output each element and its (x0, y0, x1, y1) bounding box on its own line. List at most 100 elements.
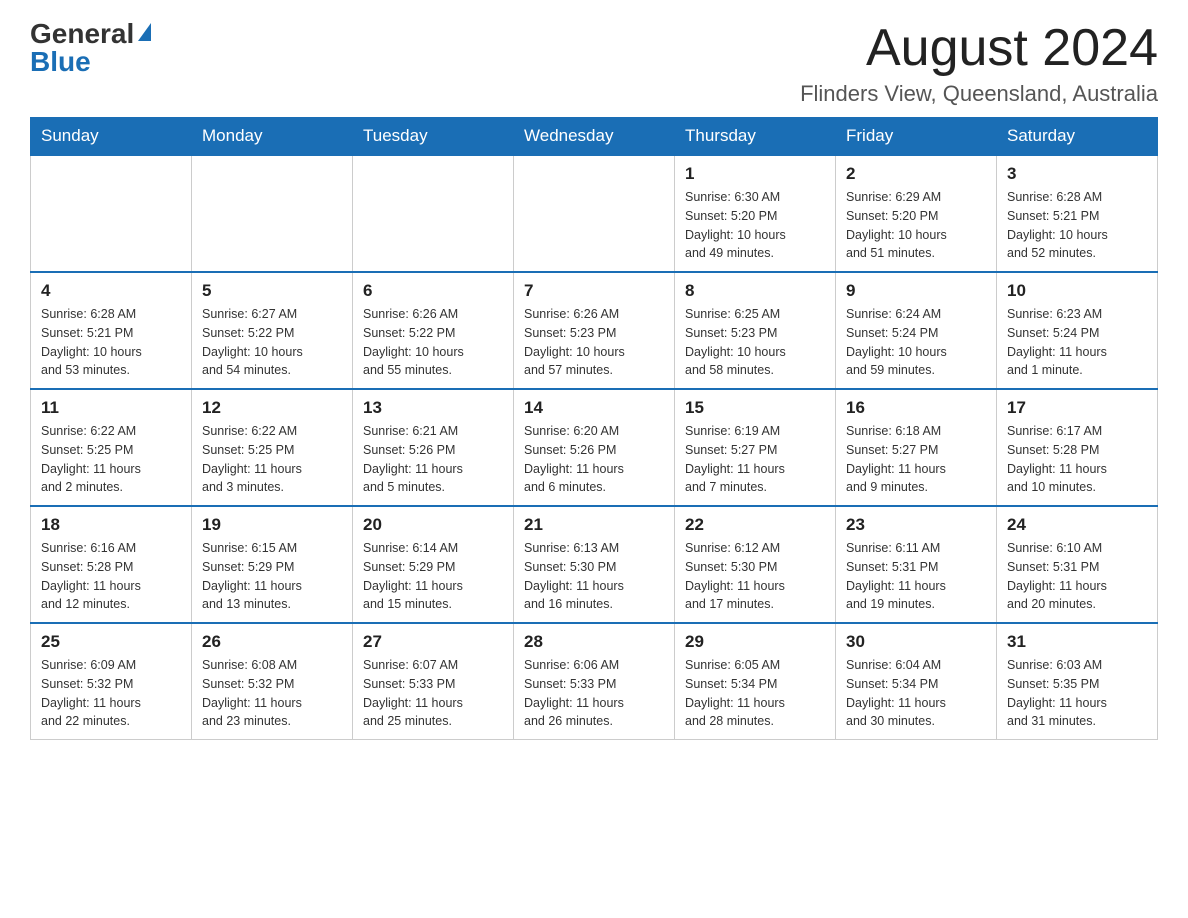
day-number: 1 (685, 164, 825, 184)
calendar-cell: 21 Sunrise: 6:13 AM Sunset: 5:30 PM Dayli… (514, 506, 675, 623)
calendar-cell: 14Sunrise: 6:20 AM Sunset: 5:26 PM Dayli… (514, 389, 675, 506)
calendar-cell: 24 Sunrise: 6:10 AM Sunset: 5:31 PM Dayli… (997, 506, 1158, 623)
calendar-cell: 7 Sunrise: 6:26 AM Sunset: 5:23 PM Daylig… (514, 272, 675, 389)
day-number: 31 (1007, 632, 1147, 652)
day-info: Sunrise: 6:04 AM Sunset: 5:34 PM Dayligh… (846, 656, 986, 731)
calendar-cell: 11Sunrise: 6:22 AM Sunset: 5:25 PM Dayli… (31, 389, 192, 506)
calendar-week-row: 4Sunrise: 6:28 AM Sunset: 5:21 PM Daylig… (31, 272, 1158, 389)
calendar-header-row: SundayMondayTuesdayWednesdayThursdayFrid… (31, 118, 1158, 156)
day-info: Sunrise: 6:09 AM Sunset: 5:32 PM Dayligh… (41, 656, 181, 731)
calendar-cell: 9 Sunrise: 6:24 AM Sunset: 5:24 PM Daylig… (836, 272, 997, 389)
day-number: 18 (41, 515, 181, 535)
month-title: August 2024 (800, 20, 1158, 77)
day-number: 16 (846, 398, 986, 418)
day-number: 19 (202, 515, 342, 535)
day-info: Sunrise: 6:07 AM Sunset: 5:33 PM Dayligh… (363, 656, 503, 731)
day-number: 6 (363, 281, 503, 301)
day-number: 23 (846, 515, 986, 535)
day-info: Sunrise: 6:16 AM Sunset: 5:28 PM Dayligh… (41, 539, 181, 614)
calendar-cell (31, 155, 192, 272)
calendar-cell: 10 Sunrise: 6:23 AM Sunset: 5:24 PM Dayli… (997, 272, 1158, 389)
day-number: 12 (202, 398, 342, 418)
day-info: Sunrise: 6:11 AM Sunset: 5:31 PM Dayligh… (846, 539, 986, 614)
day-info: Sunrise: 6:26 AM Sunset: 5:23 PM Dayligh… (524, 305, 664, 380)
day-number: 30 (846, 632, 986, 652)
day-info: Sunrise: 6:06 AM Sunset: 5:33 PM Dayligh… (524, 656, 664, 731)
calendar-week-row: 1 Sunrise: 6:30 AM Sunset: 5:20 PM Daylig… (31, 155, 1158, 272)
calendar-cell: 17 Sunrise: 6:17 AM Sunset: 5:28 PM Dayli… (997, 389, 1158, 506)
day-number: 10 (1007, 281, 1147, 301)
day-info: Sunrise: 6:17 AM Sunset: 5:28 PM Dayligh… (1007, 422, 1147, 497)
day-info: Sunrise: 6:26 AM Sunset: 5:22 PM Dayligh… (363, 305, 503, 380)
logo: General Blue (30, 20, 151, 76)
day-number: 21 (524, 515, 664, 535)
calendar-cell: 26 Sunrise: 6:08 AM Sunset: 5:32 PM Dayli… (192, 623, 353, 740)
day-info: Sunrise: 6:21 AM Sunset: 5:26 PM Dayligh… (363, 422, 503, 497)
calendar-cell: 8Sunrise: 6:25 AM Sunset: 5:23 PM Daylig… (675, 272, 836, 389)
calendar-cell: 16 Sunrise: 6:18 AM Sunset: 5:27 PM Dayli… (836, 389, 997, 506)
calendar-cell: 5Sunrise: 6:27 AM Sunset: 5:22 PM Daylig… (192, 272, 353, 389)
calendar-week-row: 11Sunrise: 6:22 AM Sunset: 5:25 PM Dayli… (31, 389, 1158, 506)
page-header: General Blue August 2024 Flinders View, … (30, 20, 1158, 107)
day-info: Sunrise: 6:05 AM Sunset: 5:34 PM Dayligh… (685, 656, 825, 731)
calendar-header-friday: Friday (836, 118, 997, 156)
day-info: Sunrise: 6:15 AM Sunset: 5:29 PM Dayligh… (202, 539, 342, 614)
day-info: Sunrise: 6:22 AM Sunset: 5:25 PM Dayligh… (202, 422, 342, 497)
day-info: Sunrise: 6:14 AM Sunset: 5:29 PM Dayligh… (363, 539, 503, 614)
day-info: Sunrise: 6:03 AM Sunset: 5:35 PM Dayligh… (1007, 656, 1147, 731)
calendar-cell: 23 Sunrise: 6:11 AM Sunset: 5:31 PM Dayli… (836, 506, 997, 623)
calendar-cell: 6 Sunrise: 6:26 AM Sunset: 5:22 PM Daylig… (353, 272, 514, 389)
day-info: Sunrise: 6:18 AM Sunset: 5:27 PM Dayligh… (846, 422, 986, 497)
calendar-header-tuesday: Tuesday (353, 118, 514, 156)
day-number: 5 (202, 281, 342, 301)
day-number: 9 (846, 281, 986, 301)
day-number: 27 (363, 632, 503, 652)
day-info: Sunrise: 6:20 AM Sunset: 5:26 PM Dayligh… (524, 422, 664, 497)
calendar-cell: 25 Sunrise: 6:09 AM Sunset: 5:32 PM Dayli… (31, 623, 192, 740)
calendar-cell: 22 Sunrise: 6:12 AM Sunset: 5:30 PM Dayli… (675, 506, 836, 623)
calendar-header-saturday: Saturday (997, 118, 1158, 156)
day-info: Sunrise: 6:13 AM Sunset: 5:30 PM Dayligh… (524, 539, 664, 614)
calendar-cell: 29 Sunrise: 6:05 AM Sunset: 5:34 PM Dayli… (675, 623, 836, 740)
calendar-cell: 1 Sunrise: 6:30 AM Sunset: 5:20 PM Daylig… (675, 155, 836, 272)
day-info: Sunrise: 6:28 AM Sunset: 5:21 PM Dayligh… (1007, 188, 1147, 263)
location-subtitle: Flinders View, Queensland, Australia (800, 81, 1158, 107)
day-info: Sunrise: 6:22 AM Sunset: 5:25 PM Dayligh… (41, 422, 181, 497)
day-info: Sunrise: 6:24 AM Sunset: 5:24 PM Dayligh… (846, 305, 986, 380)
day-number: 22 (685, 515, 825, 535)
calendar-cell: 31 Sunrise: 6:03 AM Sunset: 5:35 PM Dayli… (997, 623, 1158, 740)
calendar-week-row: 18 Sunrise: 6:16 AM Sunset: 5:28 PM Dayli… (31, 506, 1158, 623)
day-number: 17 (1007, 398, 1147, 418)
day-info: Sunrise: 6:08 AM Sunset: 5:32 PM Dayligh… (202, 656, 342, 731)
calendar-cell: 2Sunrise: 6:29 AM Sunset: 5:20 PM Daylig… (836, 155, 997, 272)
calendar-header-thursday: Thursday (675, 118, 836, 156)
day-number: 7 (524, 281, 664, 301)
calendar-cell: 12 Sunrise: 6:22 AM Sunset: 5:25 PM Dayli… (192, 389, 353, 506)
day-number: 25 (41, 632, 181, 652)
calendar-header-sunday: Sunday (31, 118, 192, 156)
calendar-cell: 4Sunrise: 6:28 AM Sunset: 5:21 PM Daylig… (31, 272, 192, 389)
day-number: 3 (1007, 164, 1147, 184)
logo-blue-text: Blue (30, 48, 91, 76)
day-info: Sunrise: 6:23 AM Sunset: 5:24 PM Dayligh… (1007, 305, 1147, 380)
day-info: Sunrise: 6:10 AM Sunset: 5:31 PM Dayligh… (1007, 539, 1147, 614)
calendar-cell: 3 Sunrise: 6:28 AM Sunset: 5:21 PM Daylig… (997, 155, 1158, 272)
logo-triangle-icon (138, 23, 151, 41)
logo-general-text: General (30, 20, 134, 48)
day-number: 26 (202, 632, 342, 652)
day-number: 29 (685, 632, 825, 652)
day-number: 24 (1007, 515, 1147, 535)
day-info: Sunrise: 6:30 AM Sunset: 5:20 PM Dayligh… (685, 188, 825, 263)
calendar-header-monday: Monday (192, 118, 353, 156)
day-number: 8 (685, 281, 825, 301)
day-number: 4 (41, 281, 181, 301)
title-block: August 2024 Flinders View, Queensland, A… (800, 20, 1158, 107)
day-info: Sunrise: 6:12 AM Sunset: 5:30 PM Dayligh… (685, 539, 825, 614)
calendar-cell: 15Sunrise: 6:19 AM Sunset: 5:27 PM Dayli… (675, 389, 836, 506)
calendar-cell (514, 155, 675, 272)
calendar-header-wednesday: Wednesday (514, 118, 675, 156)
calendar-week-row: 25 Sunrise: 6:09 AM Sunset: 5:32 PM Dayli… (31, 623, 1158, 740)
calendar-cell (353, 155, 514, 272)
calendar-cell: 30 Sunrise: 6:04 AM Sunset: 5:34 PM Dayli… (836, 623, 997, 740)
calendar-cell: 13Sunrise: 6:21 AM Sunset: 5:26 PM Dayli… (353, 389, 514, 506)
